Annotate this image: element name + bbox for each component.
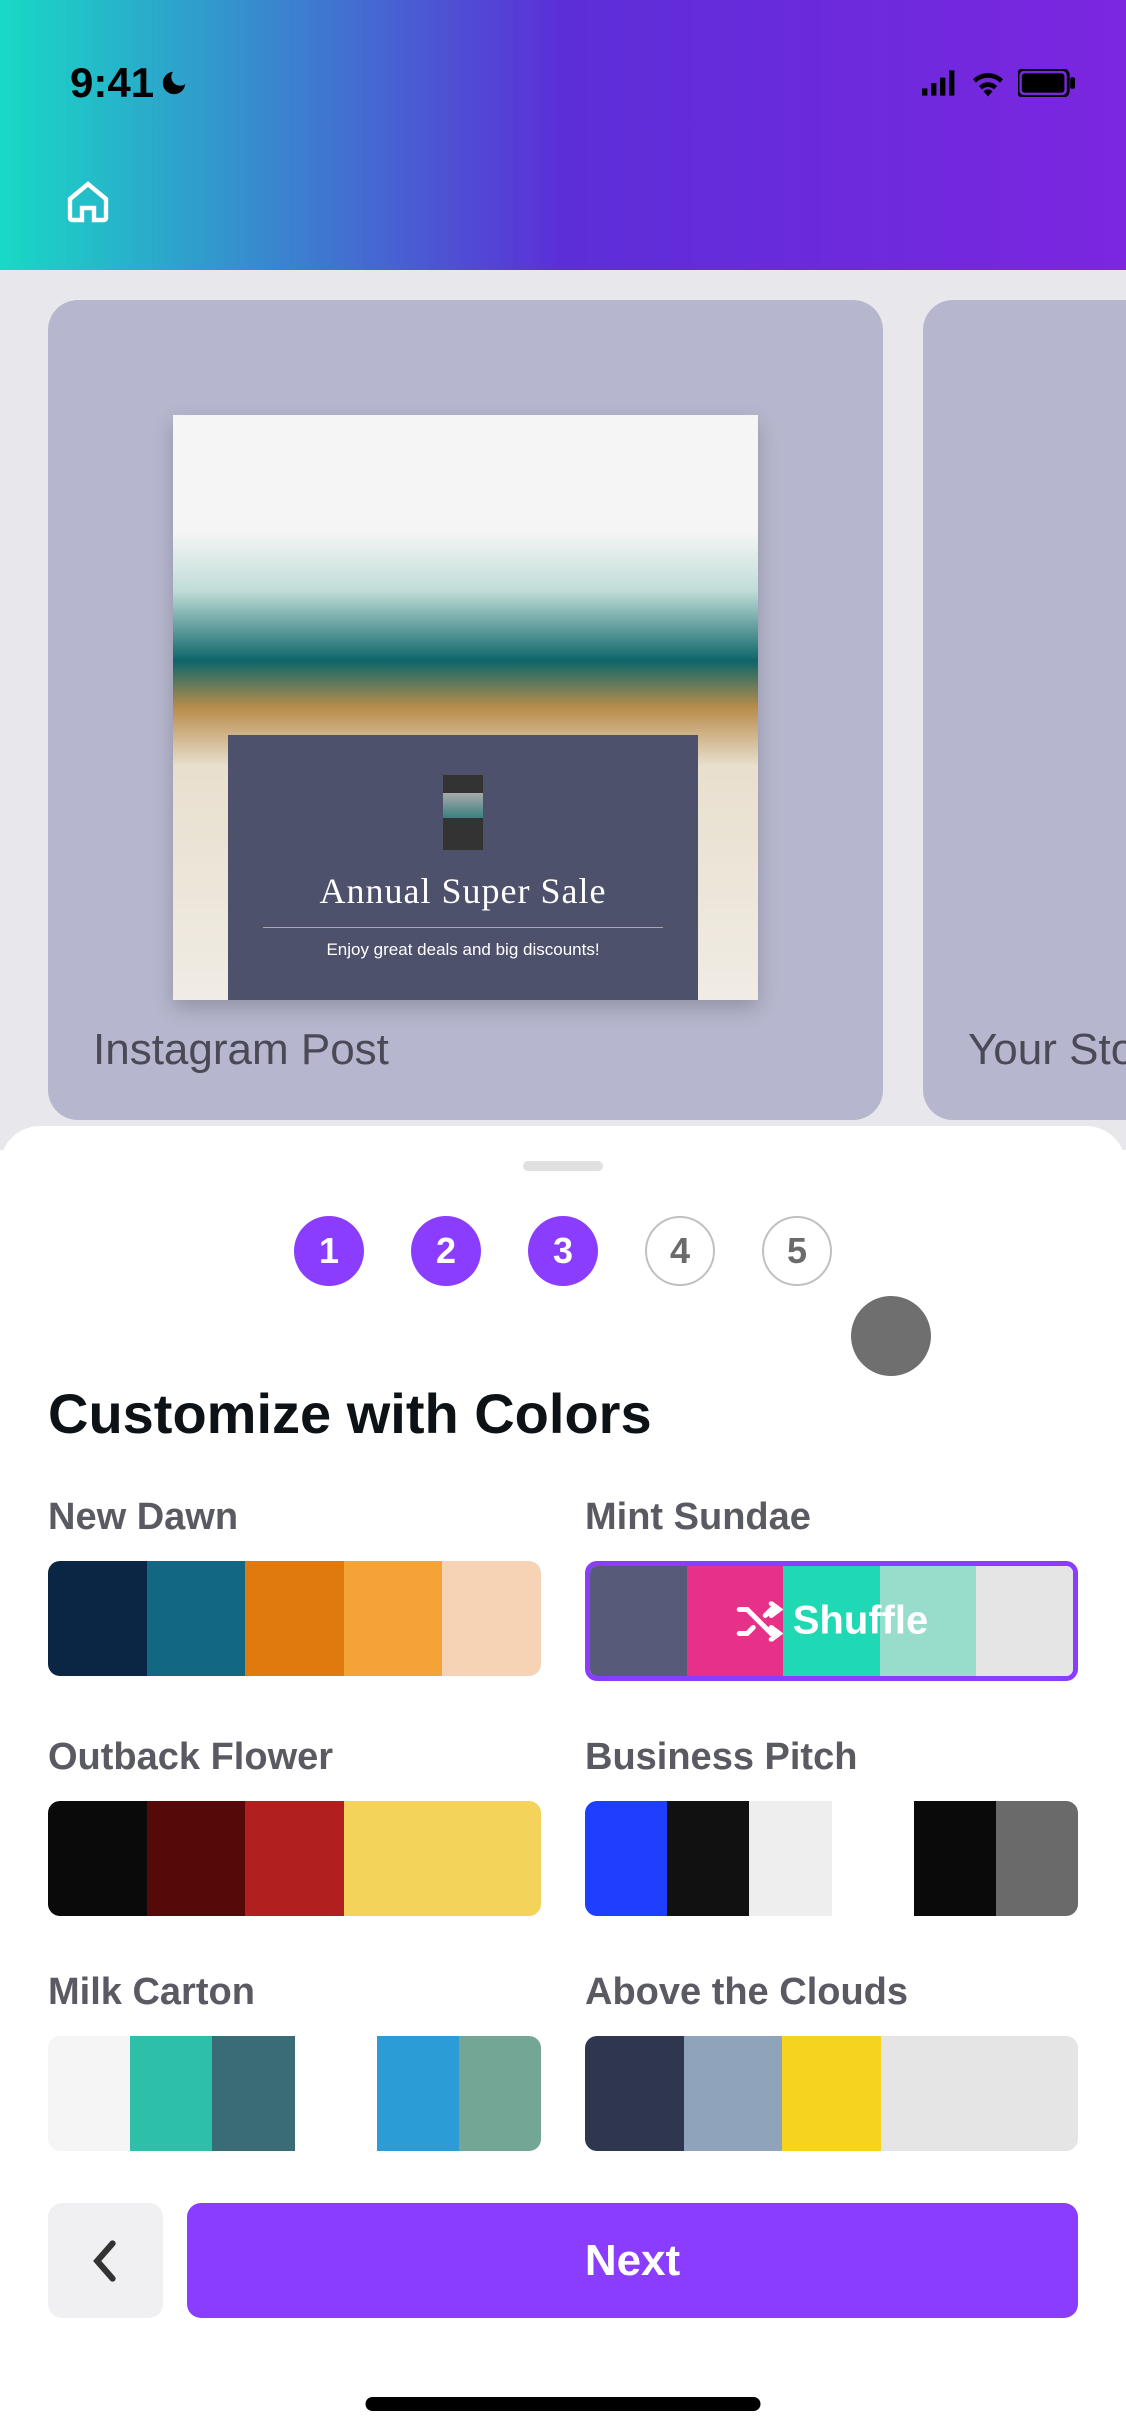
templates-carousel[interactable]: Annual Super Sale Enjoy great deals and …: [0, 270, 1126, 1150]
template-title: Annual Super Sale: [320, 870, 607, 912]
palette-swatches[interactable]: Shuffle: [585, 1561, 1078, 1681]
swatch: [212, 2036, 294, 2151]
swatch: [48, 1801, 147, 1916]
swatch: [976, 1566, 1073, 1676]
palette-above-the-clouds[interactable]: Above the Clouds: [585, 1971, 1078, 2151]
swatch: [147, 1801, 246, 1916]
palette-name: New Dawn: [48, 1496, 541, 1539]
palette-swatches[interactable]: [48, 1801, 541, 1916]
step-1[interactable]: 1: [294, 1216, 364, 1286]
swatch: [459, 2036, 541, 2151]
next-button[interactable]: Next: [187, 2203, 1078, 2318]
app-header: 9:41: [0, 0, 1126, 270]
status-bar: 9:41: [0, 0, 1126, 120]
swatch: [442, 1561, 541, 1676]
swatch: [344, 1561, 443, 1676]
swatch: [344, 1801, 443, 1916]
step-5[interactable]: 5: [762, 1216, 832, 1286]
swatch: [585, 2036, 684, 2151]
swatch: [749, 1801, 831, 1916]
template-preview: Annual Super Sale Enjoy great deals and …: [173, 415, 758, 1000]
template-label: Your Sto: [968, 1025, 1126, 1075]
swatch: [832, 1801, 914, 1916]
template-image: Annual Super Sale Enjoy great deals and …: [173, 415, 758, 1000]
swatch: [48, 1561, 147, 1676]
shuffle-label: Shuffle: [793, 1599, 929, 1644]
swatch: [590, 1566, 687, 1676]
back-button[interactable]: [48, 2203, 163, 2318]
divider: [263, 927, 663, 928]
palette-outback-flower[interactable]: Outback Flower: [48, 1736, 541, 1916]
palette-business-pitch[interactable]: Business Pitch: [585, 1736, 1078, 1916]
template-label: Instagram Post: [93, 1025, 389, 1075]
home-indicator[interactable]: [366, 2397, 761, 2411]
palette-swatches[interactable]: [48, 2036, 541, 2151]
palette-swatches[interactable]: [585, 2036, 1078, 2151]
template-card-instagram[interactable]: Annual Super Sale Enjoy great deals and …: [48, 300, 883, 1120]
swatch: [914, 1801, 996, 1916]
moon-icon: [159, 68, 189, 98]
palette-name: Above the Clouds: [585, 1971, 1078, 2014]
step-indicator: 1 2 3 4 5: [0, 1216, 1126, 1286]
swatch: [996, 1801, 1078, 1916]
swatch: [979, 2036, 1078, 2151]
time-text: 9:41: [70, 59, 154, 107]
swatch: [245, 1801, 344, 1916]
palette-swatches[interactable]: [48, 1561, 541, 1676]
indicator-dot: [851, 1296, 931, 1376]
swatch: [667, 1801, 749, 1916]
swatch: [130, 2036, 212, 2151]
palette-grid: New Dawn Mint Sundae Shuffle Outback Flower…: [0, 1496, 1126, 2151]
home-icon: [64, 178, 112, 226]
swatch: [684, 2036, 783, 2151]
step-4[interactable]: 4: [645, 1216, 715, 1286]
status-icons: [922, 69, 1076, 97]
palette-name: Business Pitch: [585, 1736, 1078, 1779]
palette-new-dawn[interactable]: New Dawn: [48, 1496, 541, 1681]
swatch: [782, 2036, 881, 2151]
template-thumb-icon: [443, 775, 483, 850]
template-subtitle: Enjoy great deals and big discounts!: [326, 940, 599, 960]
shuffle-button[interactable]: Shuffle: [735, 1599, 929, 1644]
palette-milk-carton[interactable]: Milk Carton: [48, 1971, 541, 2151]
battery-icon: [1018, 69, 1076, 97]
signal-icon: [922, 69, 958, 97]
swatch: [295, 2036, 377, 2151]
wifi-icon: [970, 69, 1006, 97]
palette-mint-sundae[interactable]: Mint Sundae Shuffle: [585, 1496, 1078, 1681]
home-button[interactable]: [60, 174, 116, 230]
status-time: 9:41: [70, 59, 189, 107]
palette-name: Outback Flower: [48, 1736, 541, 1779]
swatch: [442, 1801, 541, 1916]
swatch: [585, 1801, 667, 1916]
swatch: [881, 2036, 980, 2151]
palette-name: Mint Sundae: [585, 1496, 1078, 1539]
palette-name: Milk Carton: [48, 1971, 541, 2014]
bottom-sheet: 1 2 3 4 5 Customize with Colors New Dawn…: [0, 1126, 1126, 2436]
swatch: [377, 2036, 459, 2151]
step-3[interactable]: 3: [528, 1216, 598, 1286]
sheet-title: Customize with Colors: [0, 1326, 1126, 1496]
sheet-handle[interactable]: [523, 1161, 603, 1171]
swatch: [147, 1561, 246, 1676]
swatch: [245, 1561, 344, 1676]
palette-swatches[interactable]: [585, 1801, 1078, 1916]
template-card-story[interactable]: Your Sto: [923, 300, 1126, 1120]
step-2[interactable]: 2: [411, 1216, 481, 1286]
template-overlay: Annual Super Sale Enjoy great deals and …: [228, 735, 698, 1000]
shuffle-icon: [735, 1601, 783, 1641]
swatch: [48, 2036, 130, 2151]
chevron-left-icon: [88, 2239, 124, 2283]
